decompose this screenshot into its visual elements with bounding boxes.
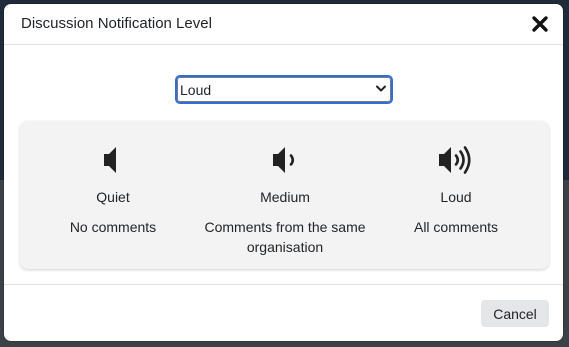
level-name: Loud	[440, 189, 472, 205]
close-button[interactable]	[529, 13, 551, 35]
level-name: Medium	[260, 189, 310, 205]
level-description: Comments from the same organisation	[204, 219, 366, 255]
notification-level-select[interactable]: QuietMediumLoud	[175, 75, 393, 104]
level-description: All comments	[413, 219, 499, 235]
level-option-loud[interactable]: Loud All comments	[371, 121, 541, 269]
notification-level-dialog: Discussion Notification Level QuietMediu…	[4, 4, 563, 341]
volume-low-icon	[273, 147, 295, 173]
dialog-header: Discussion Notification Level	[4, 4, 563, 45]
level-select-wrapper: QuietMediumLoud	[175, 75, 393, 104]
volume-off-icon	[104, 147, 116, 173]
level-description: No comments	[69, 219, 157, 235]
level-option-quiet[interactable]: Quiet No comments	[28, 121, 198, 269]
level-name: Quiet	[96, 189, 130, 205]
close-icon	[532, 16, 548, 32]
cancel-button[interactable]: Cancel	[481, 300, 549, 327]
dialog-footer: Cancel	[4, 284, 563, 341]
level-option-medium[interactable]: Medium Comments from the same organisati…	[200, 121, 370, 269]
dialog-title: Discussion Notification Level	[21, 15, 212, 32]
notification-levels-panel: Quiet No comments Medium Comments from t…	[20, 121, 549, 269]
volume-high-icon	[439, 146, 471, 174]
